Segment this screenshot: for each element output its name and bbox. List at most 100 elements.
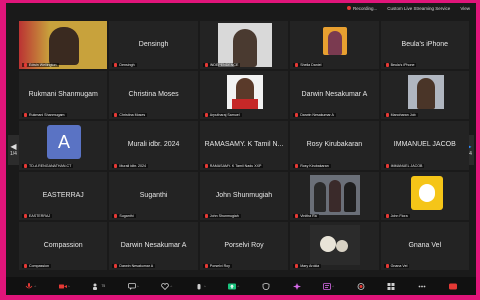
participant-label: INDEPENDENCE	[202, 63, 241, 68]
leave-button[interactable]	[448, 283, 457, 290]
participant-label: Darwin Nesakumar A	[112, 264, 156, 268]
participant-name: Darwin Nesakumar A	[120, 241, 187, 249]
participant-tile[interactable]: Christina Moses Christina Moses	[109, 71, 198, 120]
sparkle-icon	[292, 282, 301, 290]
participant-name: Densingh	[138, 40, 169, 48]
participant-tile[interactable]: Porselvi Roy Porselvi Roy	[199, 221, 289, 270]
video-button[interactable]: ^	[58, 283, 70, 290]
participant-tile[interactable]: John Flora	[380, 171, 469, 220]
participant-name: Porselvi Roy	[224, 241, 264, 249]
mic-muted-icon	[385, 63, 389, 68]
participant-name: Suganthi	[139, 191, 168, 199]
record-button[interactable]	[357, 282, 365, 290]
participant-name: Rosy Kirubakaran	[306, 141, 363, 149]
participant-tile[interactable]: Gnana Vel Gnana Vel	[380, 221, 469, 270]
participant-tile[interactable]: Manoharan Job	[380, 71, 469, 120]
participants-button[interactable]: 75	[92, 283, 105, 290]
participant-label: Mary Arokia	[293, 264, 322, 268]
participant-tile[interactable]: Densingh Densingh	[109, 21, 198, 70]
chat-icon	[127, 282, 136, 290]
chevron-up-icon: ^	[136, 283, 139, 289]
person-silhouette	[49, 27, 79, 65]
participant-tile[interactable]: IMMANUEL JACOB IMMANUEL JACOB	[380, 121, 469, 170]
participant-tile[interactable]: Suganthi Suganthi	[109, 171, 198, 220]
participant-label: RAMASAMY. K Tamil Nadu XXP	[202, 163, 264, 168]
chevron-up-icon: ^	[203, 283, 206, 289]
mic-muted-icon	[24, 213, 27, 218]
prev-page-button[interactable]: ◀ 1/4	[8, 135, 19, 165]
participant-tile[interactable]: Arputharaj Samuel	[199, 71, 289, 120]
participant-tile[interactable]: Darwin Nesakumar A Darwin Nesakumar A	[290, 71, 379, 120]
person-silhouette	[232, 29, 257, 67]
person-silhouette	[328, 31, 343, 55]
meeting-window: Recording... Custom Live Streaming Servi…	[6, 3, 476, 295]
mic-muted-icon	[295, 213, 299, 218]
apps-grid-icon	[387, 282, 395, 290]
chevron-left-icon: ◀	[10, 142, 17, 151]
chevron-up-icon: ^	[67, 283, 70, 289]
participant-label: Porselvi Roy	[202, 264, 232, 268]
microphone-muted-icon	[25, 282, 33, 288]
mic-muted-icon	[114, 113, 118, 118]
mic-muted-icon	[385, 213, 389, 218]
participant-label: Manoharan Job	[383, 113, 418, 118]
mic-muted-icon	[24, 264, 27, 268]
mic-muted-icon	[295, 63, 299, 68]
mic-muted-icon	[385, 113, 389, 118]
participant-tile[interactable]: Rosy Kirubakaran Rosy Kirubakaran	[290, 121, 379, 170]
summary-button[interactable]: ^	[323, 282, 334, 290]
mic-muted-icon	[295, 163, 299, 168]
chat-button[interactable]: ^	[127, 282, 139, 290]
participant-tile[interactable]: RAMASAMY. K Tamil N... RAMASAMY. K Tamil…	[199, 121, 289, 170]
participant-label: Christina Moses	[112, 113, 148, 118]
chevron-up-icon: ^	[34, 283, 37, 289]
participant-name: EASTERRAJ	[42, 191, 84, 199]
mic-muted-icon	[204, 213, 208, 218]
participant-tile[interactable]: Mary Arokia	[290, 221, 379, 270]
mic-muted-icon	[114, 264, 118, 268]
participant-tile[interactable]: Vinitha Ra	[290, 171, 379, 220]
participant-name: Beula's iPhone	[401, 40, 449, 48]
participant-name: Compassion	[43, 241, 83, 249]
participant-label: Vinitha Ra	[293, 213, 319, 218]
recording-indicator[interactable]: Recording...	[347, 6, 377, 11]
participant-tile[interactable]: EASTERRAJ EASTERRAJ	[19, 171, 108, 220]
recording-label: Recording...	[353, 5, 378, 11]
participant-name: IMMANUEL JACOB	[393, 141, 456, 149]
participant-tile[interactable]: Compassion Compassion	[19, 221, 108, 270]
participant-tile[interactable]: Beula's iPhone Beula's iPhone	[380, 21, 469, 70]
apps-button[interactable]	[387, 282, 395, 290]
participant-name: RAMASAMY. K Tamil N...	[204, 141, 284, 149]
participant-label: Gnana Vel	[383, 264, 410, 268]
participant-label: Rukmani Shanmugam	[22, 113, 67, 118]
participants-count: 75	[101, 284, 106, 288]
mute-button[interactable]: ^	[25, 282, 37, 290]
participant-tile[interactable]: A TD-A RENGANATHAN.CT	[19, 121, 108, 170]
participant-tile[interactable]: John Shunmugiah John Shunmugiah	[199, 171, 289, 220]
view-button[interactable]: View	[460, 6, 470, 11]
participant-tile[interactable]: Darwin Nesakumar A Darwin Nesakumar A	[109, 221, 198, 270]
ai-companion-button[interactable]	[292, 282, 301, 290]
mic-muted-icon	[385, 264, 389, 268]
participant-label: Compassion	[22, 264, 51, 268]
raise-hand-button[interactable]: ^	[195, 283, 206, 290]
heart-icon	[161, 282, 170, 290]
participant-tile[interactable]: Edwin Wellington	[19, 21, 108, 70]
person-silhouette	[314, 181, 327, 212]
participant-label: John Flora	[383, 213, 410, 218]
react-button[interactable]: ^	[161, 282, 172, 290]
participant-tile[interactable]: Murali idbr. 2024 Murali idbr. 2024	[109, 121, 198, 170]
participant-name: Darwin Nesakumar A	[301, 91, 368, 99]
participant-tile[interactable]: Sheila Daniel	[290, 21, 379, 70]
summary-icon	[323, 282, 332, 290]
mic-muted-icon	[204, 163, 208, 168]
participant-tile[interactable]: INDEPENDENCE	[199, 21, 289, 70]
participant-label: Densingh	[112, 63, 137, 68]
participant-tile[interactable]: Rukmani Shanmugam Rukmani Shanmugam	[19, 71, 108, 120]
security-button[interactable]	[262, 282, 270, 290]
mic-muted-icon	[24, 163, 27, 168]
more-button[interactable]	[418, 283, 426, 290]
mic-muted-icon	[204, 113, 208, 118]
share-screen-button[interactable]: ^	[228, 283, 239, 290]
custom-stream-label[interactable]: Custom Live Streaming Service	[387, 6, 450, 11]
